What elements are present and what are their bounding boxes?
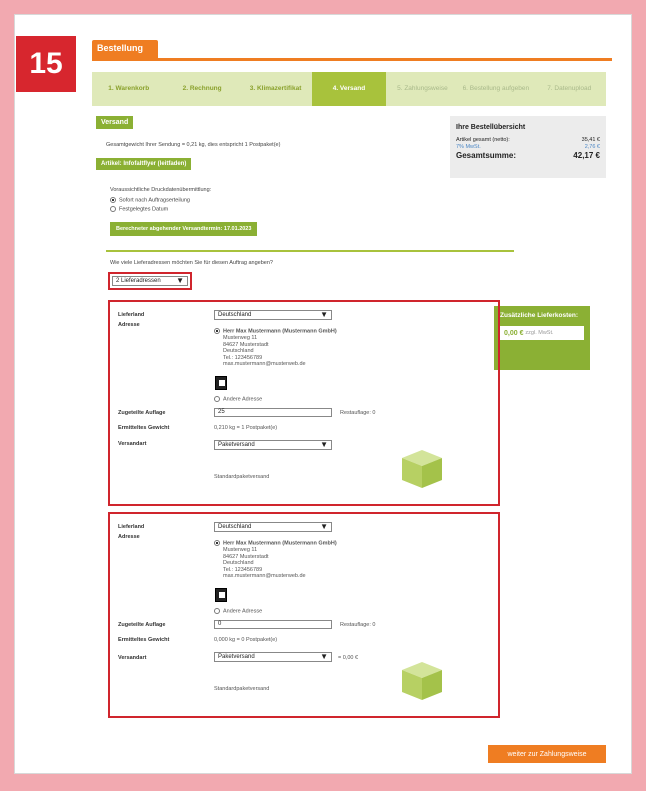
select-value: Deutschland <box>218 524 252 530</box>
step-badge: 15 <box>16 36 76 92</box>
method-price: = 0,00 € <box>338 655 359 661</box>
method-label: Versandart <box>118 441 147 447</box>
select-value: Paketversand <box>218 654 255 660</box>
radio-icon[interactable] <box>214 540 220 546</box>
bestellung-tab: Bestellung <box>92 40 158 58</box>
country-label: Lieferland <box>118 312 145 318</box>
total-value: 42,17 € <box>573 151 600 160</box>
address-label: Adresse <box>118 534 140 540</box>
qty-label: Zugeteilte Auflage <box>118 410 166 416</box>
summary-total: Gesamtsumme: 42,17 € <box>456 151 600 160</box>
option-label: Andere Adresse <box>223 396 263 403</box>
versand-tab: Versand <box>96 116 134 129</box>
extra-value-box: 0,00 € zzgl. MwSt. <box>500 326 584 340</box>
summary-value: 2,76 € <box>584 144 600 150</box>
extra-suffix: zzgl. MwSt. <box>525 330 554 336</box>
checkout-steps: 1. Warenkorb 2. Rechnung 3. Klimazertifi… <box>92 72 606 106</box>
chevron-down-icon: ▼ <box>176 276 184 285</box>
extra-title: Zusätzliche Lieferkosten: <box>500 312 579 319</box>
header-divider <box>92 58 612 61</box>
country-select[interactable]: Deutschland ▼ <box>214 310 332 320</box>
standard-shipping: Standardpaketversand <box>214 686 270 692</box>
address-line: max.mustermann@musterweb.de <box>223 573 306 579</box>
summary-row: 7% MwSt. 2,76 € <box>456 144 600 151</box>
radio-icon[interactable] <box>214 608 220 614</box>
weight-label: Ermitteltes Gewicht <box>118 637 170 643</box>
chevron-down-icon: ▼ <box>320 652 328 661</box>
summary-value: 35,41 € <box>581 137 600 143</box>
summary-title: Ihre Bestellübersicht <box>456 124 526 131</box>
method-select[interactable]: Paketversand ▼ <box>214 652 332 662</box>
qty-label: Zugeteilte Auflage <box>118 622 166 628</box>
section-divider <box>106 250 514 252</box>
address-option-default[interactable]: Herr Max Mustermann (Mustermann GmbH) <box>214 328 337 335</box>
address-label: Adresse <box>118 322 140 328</box>
weight-label: Ermitteltes Gewicht <box>118 425 170 431</box>
step-zahlungsweise: 5. Zahlungsweise <box>397 85 448 92</box>
order-summary: Ihre Bestellübersicht Artikel gesamt (ne… <box>450 116 606 178</box>
option-label: Andere Adresse <box>223 608 263 615</box>
radio-icon[interactable] <box>214 396 220 402</box>
method-select[interactable]: Paketversand ▼ <box>214 440 332 450</box>
address-lines: Musterweg 11 84627 Musterstadt Deutschla… <box>223 335 306 368</box>
qty-input[interactable]: 0 <box>214 620 332 629</box>
qty-input[interactable]: 25 <box>214 408 332 417</box>
country-select[interactable]: Deutschland ▼ <box>214 522 332 532</box>
address-line: max.mustermann@musterweb.de <box>223 361 306 367</box>
country-label: Lieferland <box>118 524 145 530</box>
step-bestellung-aufgeben: 6. Bestellung aufgeben <box>462 85 530 92</box>
summary-row: Artikel gesamt (netto): 35,41 € <box>456 137 600 144</box>
address-name: Herr Max Mustermann (Mustermann GmbH) <box>223 540 337 547</box>
address-count-question: Wie viele Lieferadressen möchten Sie für… <box>110 260 273 266</box>
radio-icon[interactable] <box>214 328 220 334</box>
extra-value: 0,00 € <box>504 329 524 337</box>
chevron-down-icon: ▼ <box>320 440 328 449</box>
total-label: Gesamtsumme: <box>456 151 517 160</box>
step-versand: 4. Versand <box>312 72 386 106</box>
article-tab: Artikel: Infofaltflyer (leitfaden) <box>96 158 192 170</box>
address-option-default[interactable]: Herr Max Mustermann (Mustermann GmbH) <box>214 540 337 547</box>
weight-info: Gesamtgewicht Ihrer Sendung = 0,21 kg, d… <box>106 142 281 148</box>
address-name: Herr Max Mustermann (Mustermann GmbH) <box>223 328 337 335</box>
package-icon <box>402 662 442 700</box>
method-label: Versandart <box>118 655 147 661</box>
address-count-select[interactable]: 2 Lieferadressen ▼ <box>112 276 188 286</box>
transfer-option-date[interactable]: Festgelegtes Datum <box>110 206 168 213</box>
chevron-down-icon: ▼ <box>320 522 328 531</box>
address-option-other[interactable]: Andere Adresse <box>214 396 262 403</box>
summary-label: Artikel gesamt (netto): <box>456 137 510 143</box>
step-datenupload: 7. Datenupload <box>547 85 592 92</box>
package-icon <box>402 450 442 488</box>
address-option-other[interactable]: Andere Adresse <box>214 608 262 615</box>
weight-value: 0,000 kg = 0 Postpaket(e) <box>214 637 278 643</box>
next-payment-button[interactable]: weiter zur Zahlungsweise <box>488 745 606 763</box>
rest-quantity: Restauflage: 0 <box>340 410 376 416</box>
select-value: Paketversand <box>218 442 255 448</box>
address-lines: Musterweg 11 84627 Musterstadt Deutschla… <box>223 547 306 580</box>
transfer-option-immediate[interactable]: Sofort nach Auftragserteilung <box>110 197 190 204</box>
option-label: Festgelegtes Datum <box>119 206 169 213</box>
radio-icon[interactable] <box>110 197 116 203</box>
extra-shipping-costs: Zusätzliche Lieferkosten: 0,00 € zzgl. M… <box>494 306 590 370</box>
weight-value: 0,210 kg = 1 Postpaket(e) <box>214 425 278 431</box>
select-value: Deutschland <box>218 312 252 318</box>
qr-code-icon <box>215 588 227 602</box>
step-rechnung[interactable]: 2. Rechnung <box>165 72 238 106</box>
standard-shipping: Standardpaketversand <box>214 474 270 480</box>
chevron-down-icon: ▼ <box>320 310 328 319</box>
option-label: Sofort nach Auftragserteilung <box>119 197 190 204</box>
rest-quantity: Restauflage: 0 <box>340 622 376 628</box>
radio-icon[interactable] <box>110 206 116 212</box>
step-warenkorb[interactable]: 1. Warenkorb <box>92 72 165 106</box>
step-klimazertifikat[interactable]: 3. Klimazertifikat <box>239 72 312 106</box>
transfer-label: Voraussichtliche Druckdatenübermittlung: <box>110 187 212 193</box>
summary-label: 7% MwSt. <box>456 144 481 150</box>
ship-date-badge: Berechneter abgehender Versandtermin: 17… <box>110 222 258 236</box>
select-value: 2 Lieferadressen <box>116 278 161 284</box>
qr-code-icon <box>215 376 227 390</box>
